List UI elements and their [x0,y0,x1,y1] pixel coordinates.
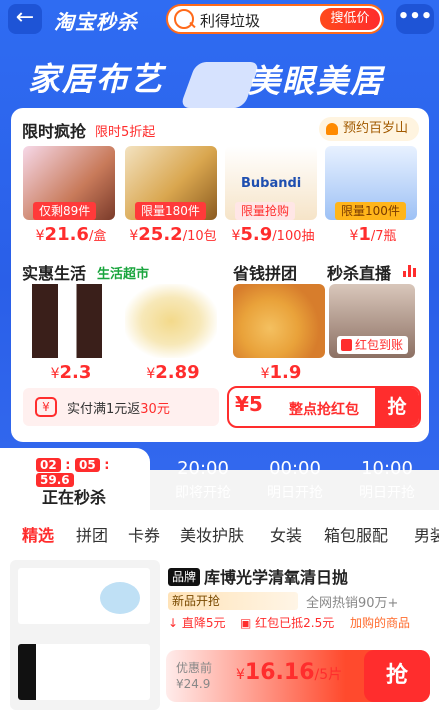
product-image [233,284,325,358]
flash-sale-tag: 限时5折起 [95,125,156,140]
product-card[interactable]: 品牌 库博光学清氧清日抛 新品开抢 全网热销90万+ ↓ 直降5元 ▣ 红包已抵… [0,554,439,720]
tab-featured[interactable]: 精选 [22,522,54,546]
promo-banner[interactable]: 家居布艺 美眼美居 [0,42,439,108]
buy-button[interactable]: 抢 [364,650,430,702]
original-price: 优惠前 ¥24.9 [176,661,213,691]
reminder-button[interactable]: 预约百岁山 [319,117,419,141]
product-thumbnail [10,560,160,710]
live-title[interactable]: 秒杀直播 [327,260,391,284]
item-price: ¥1.9 [260,362,302,383]
current-session-label: 正在秒杀 [42,488,107,507]
session-slot[interactable]: 20:00 即将开抢 [158,458,248,502]
item-price: ¥2.89 [146,362,200,383]
item-price: ¥2.3 [50,362,92,383]
cashback-banner[interactable]: ¥ 实付满1元返30元 [23,388,219,426]
red-packet-badge: 红包到账 [337,336,409,354]
session-slot[interactable]: 00:00 明日开抢 [250,458,340,502]
current-session[interactable]: 02 : 05 : 59.6 正在秒杀 [0,448,150,510]
live-bars-icon [403,265,417,277]
item-caption: 仅剩89件 [33,202,97,220]
deals-card: 限时疯抢 限时5折起 预约百岁山 仅剩89件 ¥21.6/盒 限量180件 ¥2… [11,108,429,442]
red-packet-banner[interactable]: ¥5 整点抢红包 抢 [227,386,421,428]
session-bar: 02 : 05 : 59.6 正在秒杀 20:00 即将开抢 00:00 明日开抢 … [0,448,439,510]
reminder-label: 预约百岁山 [343,121,409,136]
tab-bags[interactable]: 箱包服配 [324,522,388,546]
search-box[interactable]: 利得垃圾 搜低价 [166,4,384,34]
item-price: ¥1/7瓶 [349,224,397,245]
banner-title-right: 美眼美居 [248,62,385,100]
app-logo: 淘宝秒杀 [54,10,138,34]
top-bar: ← 淘宝秒杀 利得垃圾 搜低价 ••• [0,0,439,40]
bell-icon [326,123,338,135]
supermarket-tag: 生活超市 [97,267,150,282]
more-menu-icon[interactable]: ••• [396,4,434,34]
grab-button[interactable]: 抢 [375,388,419,426]
tab-mens[interactable]: 男装 [414,522,439,546]
red-packet-label: 整点抢红包 [289,402,359,418]
flash-sale-title[interactable]: 限时疯抢 [22,118,86,142]
yen-icon: ¥ [35,397,57,417]
daily-life-title[interactable]: 实惠生活 [22,260,86,284]
item-caption: 限量180件 [135,202,206,220]
cashback-text: 实付满1元返30元 [67,402,170,417]
sale-price: ¥16.16/5片 [236,660,343,685]
item-price: ¥5.9/100抽 [231,224,315,245]
product-image [23,284,115,358]
search-button[interactable]: 搜低价 [320,8,380,30]
back-arrow-icon[interactable]: ← [8,4,42,34]
tab-beauty[interactable]: 美妆护肤 [180,522,244,546]
banner-title-left: 家居布艺 [28,60,165,98]
search-input[interactable]: 利得垃圾 [200,10,260,31]
item-caption: 限量100件 [335,202,406,220]
category-tabs: 精选 拼团 卡券 美妆护肤 女装 箱包服配 男装 [0,510,439,554]
tab-coupons[interactable]: 卡券 [128,522,160,546]
search-icon [174,9,194,29]
session-slot[interactable]: 10:00 明日开抢 [342,458,432,502]
cart-hint: 加购的商品 [350,616,411,630]
product-image [125,284,217,358]
group-buy-title[interactable]: 省钱拼团 [233,260,297,284]
tab-womens[interactable]: 女装 [270,522,302,546]
item-price: ¥25.2/10包 [129,224,217,245]
brand-badge: 品牌 [168,568,201,586]
price-drop: ↓ 直降5元 [168,616,226,630]
item-caption: 限量抢购 [235,202,296,220]
tab-group[interactable]: 拼团 [76,522,108,546]
price-bar: 优惠前 ¥24.9 ¥16.16/5片 抢 [166,650,430,702]
item-price: ¥21.6/盒 [35,224,107,245]
sales-count: 全网热销90万+ [306,596,399,611]
new-launch-tag: 新品开抢 [168,592,298,610]
coupon-applied: ▣ 红包已抵2.5元 [240,616,335,630]
product-title[interactable]: 库博光学清氧清日抛 [204,564,348,588]
red-packet-amount: ¥5 [235,392,263,416]
